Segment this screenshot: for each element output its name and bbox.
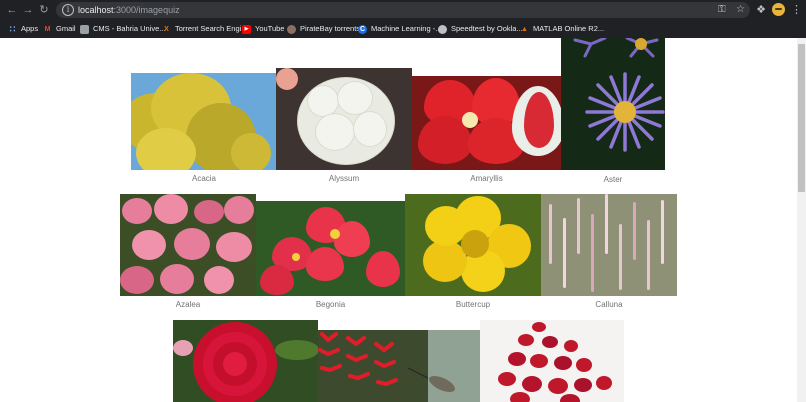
bookmark-apps[interactable]: ∷ Apps	[8, 22, 38, 36]
flower-name-alyssum: Alyssum	[328, 174, 360, 183]
speedtest-icon	[438, 24, 447, 34]
image-quiz-page: Acacia Alyssum Amaryllis Aster Azalea Be…	[0, 38, 806, 402]
flower-name-amaryllis: Amaryllis	[470, 174, 503, 183]
bookmark-youtube[interactable]: ▶ YouTube	[242, 22, 284, 36]
piratebay-icon	[287, 24, 296, 34]
camellia-flower-art	[173, 322, 318, 402]
scrollbar-thumb[interactable]	[798, 44, 805, 192]
bookmark-label: CMS - Bahria Unive...	[93, 24, 166, 33]
browser-toolbar: ← → ↻ i localhost:3000/imagequiz ⚿ ☆ ❖ ⋮	[0, 0, 806, 20]
flower-name-begonia: Begonia	[315, 300, 346, 309]
extensions-puzzle-icon[interactable]: ❖	[754, 3, 768, 17]
apps-icon: ∷	[9, 23, 16, 34]
flower-card-calluna[interactable]: Calluna	[541, 194, 677, 311]
flower-image-alyssum[interactable]	[276, 68, 412, 170]
flower-image-buttercup[interactable]	[405, 194, 541, 296]
flower-card-azalea[interactable]: Azalea	[120, 194, 256, 311]
back-arrow-icon[interactable]: ←	[5, 3, 19, 17]
bookmark-label: Torrent Search Engi...	[175, 24, 248, 33]
bookmark-label: Speedtest by Ookla...	[451, 24, 523, 33]
page-scrollbar[interactable]	[797, 38, 806, 402]
key-icon[interactable]: ⚿	[718, 4, 726, 16]
coursera-icon: C	[358, 24, 367, 34]
bookmark-label: PirateBay torrents	[300, 24, 361, 33]
url-path: :3000/imagequiz	[113, 5, 180, 15]
flower-name-azalea: Azalea	[175, 300, 201, 309]
flower-card-camellia[interactable]	[173, 320, 318, 402]
bookmark-cms[interactable]: CMS - Bahria Unive...	[80, 22, 166, 36]
bookmark-label: Apps	[21, 24, 39, 33]
matlab-icon: ▲	[521, 25, 528, 33]
bookmark-machine-learning[interactable]: C Machine Learning -...	[358, 22, 441, 36]
flower-image-azalea[interactable]	[120, 194, 256, 296]
bookmark-gmail[interactable]: M Gmail	[43, 22, 76, 36]
flower-card-buttercup[interactable]: Buttercup	[405, 194, 541, 311]
torrent-icon: X	[164, 25, 169, 33]
reload-icon[interactable]: ↻	[37, 3, 51, 17]
flower-card-begonia[interactable]: Begonia	[256, 201, 405, 311]
flower-image-acacia[interactable]	[131, 73, 277, 170]
bookmark-star-icon[interactable]: ☆	[736, 4, 745, 16]
bookmark-label: YouTube	[255, 24, 285, 33]
aster-flower-art	[573, 38, 665, 152]
url-host: localhost	[78, 5, 114, 15]
flower-image-calluna[interactable]	[541, 194, 677, 296]
flower-name-aster: Aster	[603, 175, 623, 184]
forward-arrow-icon[interactable]: →	[21, 3, 35, 17]
flower-image-roses[interactable]	[480, 320, 624, 402]
flower-card-lobelia[interactable]	[318, 330, 480, 402]
browser-chrome: ← → ↻ i localhost:3000/imagequiz ⚿ ☆ ❖ ⋮…	[0, 0, 806, 38]
flower-card-alyssum[interactable]: Alyssum	[276, 68, 412, 185]
flower-card-roses[interactable]	[480, 320, 624, 402]
flower-name-acacia: Acacia	[191, 174, 216, 183]
bookmark-speedtest[interactable]: Speedtest by Ookla...	[438, 22, 523, 36]
flower-name-calluna: Calluna	[595, 300, 623, 309]
profile-avatar[interactable]	[772, 3, 785, 16]
flower-name-buttercup: Buttercup	[455, 300, 491, 309]
gmail-icon: M	[44, 25, 51, 33]
flower-card-amaryllis[interactable]: Amaryllis	[412, 76, 561, 185]
bookmark-label: MATLAB Online R2...	[533, 24, 605, 33]
flower-image-lobelia[interactable]	[318, 330, 480, 402]
bookmark-label: Machine Learning -...	[371, 24, 442, 33]
menu-kebab-icon[interactable]: ⋮	[791, 3, 802, 17]
bookmarks-bar: ∷ Apps M Gmail CMS - Bahria Unive... X T…	[0, 20, 806, 38]
bookmark-matlab[interactable]: ▲ MATLAB Online R2...	[520, 22, 604, 36]
flower-image-aster[interactable]	[561, 38, 665, 170]
cms-icon	[80, 24, 89, 34]
bookmark-torrent[interactable]: X Torrent Search Engi...	[162, 22, 248, 36]
bookmark-piratebay[interactable]: PirateBay torrents	[287, 22, 360, 36]
youtube-icon: ▶	[242, 24, 251, 34]
flower-image-camellia[interactable]	[173, 320, 318, 402]
address-bar[interactable]: i localhost:3000/imagequiz ⚿ ☆	[56, 2, 750, 18]
flower-image-begonia[interactable]	[256, 201, 405, 296]
flower-image-amaryllis[interactable]	[412, 76, 561, 170]
bookmark-label: Gmail	[56, 24, 76, 33]
lobelia-flower-art	[318, 330, 480, 402]
flower-card-aster[interactable]: Aster	[561, 38, 665, 185]
site-info-icon[interactable]: i	[62, 4, 74, 16]
flower-card-acacia[interactable]: Acacia	[131, 73, 277, 185]
url-text: localhost:3000/imagequiz	[78, 4, 180, 16]
